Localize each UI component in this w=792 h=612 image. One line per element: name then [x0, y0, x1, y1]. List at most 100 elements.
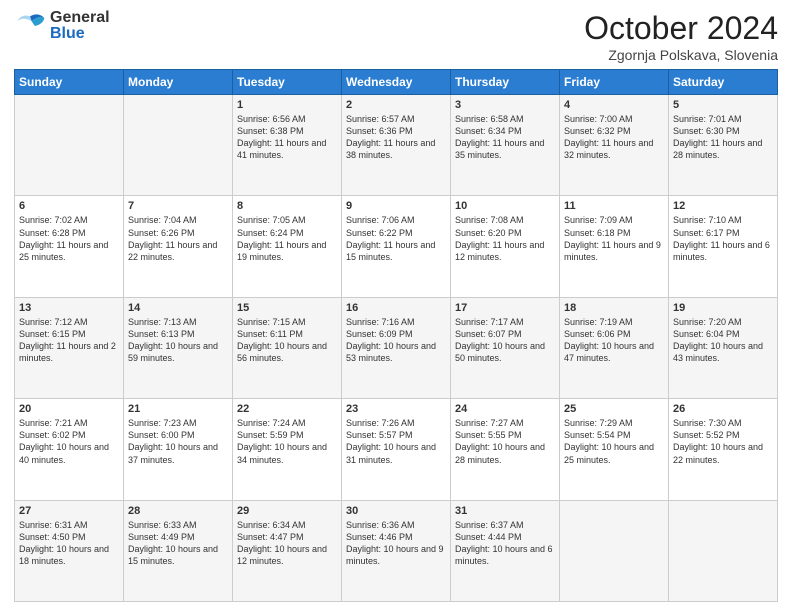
day-cell: 6 Sunrise: 7:02 AM Sunset: 6:28 PM Daylig…: [15, 196, 124, 297]
day-number: 13: [19, 302, 119, 314]
day-number: 24: [455, 403, 555, 415]
day-number: 11: [564, 200, 664, 212]
day-cell: 27 Sunrise: 6:31 AM Sunset: 4:50 PM Dayli…: [15, 500, 124, 601]
day-number: 15: [237, 302, 337, 314]
logo-icon: [14, 10, 46, 42]
day-info: Sunrise: 6:56 AM Sunset: 6:38 PM Dayligh…: [237, 113, 337, 162]
day-number: 29: [237, 505, 337, 517]
header-row: SundayMondayTuesdayWednesdayThursdayFrid…: [15, 70, 778, 95]
day-number: 28: [128, 505, 228, 517]
day-number: 12: [673, 200, 773, 212]
day-cell: 7 Sunrise: 7:04 AM Sunset: 6:26 PM Daylig…: [124, 196, 233, 297]
day-info: Sunrise: 7:23 AM Sunset: 6:00 PM Dayligh…: [128, 417, 228, 466]
day-info: Sunrise: 7:10 AM Sunset: 6:17 PM Dayligh…: [673, 214, 773, 263]
day-info: Sunrise: 6:58 AM Sunset: 6:34 PM Dayligh…: [455, 113, 555, 162]
day-cell: [15, 95, 124, 196]
day-number: 7: [128, 200, 228, 212]
day-info: Sunrise: 7:06 AM Sunset: 6:22 PM Dayligh…: [346, 214, 446, 263]
day-info: Sunrise: 7:05 AM Sunset: 6:24 PM Dayligh…: [237, 214, 337, 263]
day-number: 3: [455, 99, 555, 111]
location: Zgornja Polskava, Slovenia: [584, 47, 778, 63]
day-cell: 25 Sunrise: 7:29 AM Sunset: 5:54 PM Dayli…: [560, 399, 669, 500]
day-number: 23: [346, 403, 446, 415]
day-number: 1: [237, 99, 337, 111]
day-number: 18: [564, 302, 664, 314]
day-number: 26: [673, 403, 773, 415]
day-info: Sunrise: 7:26 AM Sunset: 5:57 PM Dayligh…: [346, 417, 446, 466]
title-block: October 2024 Zgornja Polskava, Slovenia: [584, 10, 778, 63]
day-info: Sunrise: 7:16 AM Sunset: 6:09 PM Dayligh…: [346, 316, 446, 365]
day-number: 14: [128, 302, 228, 314]
day-cell: [124, 95, 233, 196]
day-cell: 16 Sunrise: 7:16 AM Sunset: 6:09 PM Dayli…: [342, 297, 451, 398]
day-header-sunday: Sunday: [15, 70, 124, 95]
day-info: Sunrise: 7:04 AM Sunset: 6:26 PM Dayligh…: [128, 214, 228, 263]
day-info: Sunrise: 7:21 AM Sunset: 6:02 PM Dayligh…: [19, 417, 119, 466]
day-info: Sunrise: 6:36 AM Sunset: 4:46 PM Dayligh…: [346, 519, 446, 568]
week-row-3: 13 Sunrise: 7:12 AM Sunset: 6:15 PM Dayli…: [15, 297, 778, 398]
day-info: Sunrise: 6:31 AM Sunset: 4:50 PM Dayligh…: [19, 519, 119, 568]
day-info: Sunrise: 7:12 AM Sunset: 6:15 PM Dayligh…: [19, 316, 119, 365]
week-row-1: 1 Sunrise: 6:56 AM Sunset: 6:38 PM Daylig…: [15, 95, 778, 196]
day-cell: 2Sunrise: 6:57 AM Sunset: 6:36 PM Daylig…: [342, 95, 451, 196]
day-cell: 8 Sunrise: 7:05 AM Sunset: 6:24 PM Daylig…: [233, 196, 342, 297]
day-cell: [560, 500, 669, 601]
day-info: Sunrise: 7:01 AM Sunset: 6:30 PM Dayligh…: [673, 113, 773, 162]
week-row-2: 6 Sunrise: 7:02 AM Sunset: 6:28 PM Daylig…: [15, 196, 778, 297]
day-cell: 23 Sunrise: 7:26 AM Sunset: 5:57 PM Dayli…: [342, 399, 451, 500]
day-cell: 12 Sunrise: 7:10 AM Sunset: 6:17 PM Dayli…: [669, 196, 778, 297]
day-info: Sunrise: 7:29 AM Sunset: 5:54 PM Dayligh…: [564, 417, 664, 466]
day-info: Sunrise: 7:24 AM Sunset: 5:59 PM Dayligh…: [237, 417, 337, 466]
day-info: Sunrise: 7:02 AM Sunset: 6:28 PM Dayligh…: [19, 214, 119, 263]
day-cell: 28 Sunrise: 6:33 AM Sunset: 4:49 PM Dayli…: [124, 500, 233, 601]
day-cell: 18 Sunrise: 7:19 AM Sunset: 6:06 PM Dayli…: [560, 297, 669, 398]
day-number: 30: [346, 505, 446, 517]
day-number: 10: [455, 200, 555, 212]
day-header-monday: Monday: [124, 70, 233, 95]
day-info: Sunrise: 7:27 AM Sunset: 5:55 PM Dayligh…: [455, 417, 555, 466]
day-info: Sunrise: 7:09 AM Sunset: 6:18 PM Dayligh…: [564, 214, 664, 263]
day-cell: 1 Sunrise: 6:56 AM Sunset: 6:38 PM Daylig…: [233, 95, 342, 196]
day-cell: 21Sunrise: 7:23 AM Sunset: 6:00 PM Dayli…: [124, 399, 233, 500]
day-cell: 5Sunrise: 7:01 AM Sunset: 6:30 PM Daylig…: [669, 95, 778, 196]
day-number: 6: [19, 200, 119, 212]
day-cell: 26Sunrise: 7:30 AM Sunset: 5:52 PM Dayli…: [669, 399, 778, 500]
day-cell: 11 Sunrise: 7:09 AM Sunset: 6:18 PM Dayli…: [560, 196, 669, 297]
day-cell: 3 Sunrise: 6:58 AM Sunset: 6:34 PM Daylig…: [451, 95, 560, 196]
day-cell: 13 Sunrise: 7:12 AM Sunset: 6:15 PM Dayli…: [15, 297, 124, 398]
day-cell: 17Sunrise: 7:17 AM Sunset: 6:07 PM Dayli…: [451, 297, 560, 398]
day-info: Sunrise: 7:00 AM Sunset: 6:32 PM Dayligh…: [564, 113, 664, 162]
day-info: Sunrise: 6:34 AM Sunset: 4:47 PM Dayligh…: [237, 519, 337, 568]
day-cell: 9Sunrise: 7:06 AM Sunset: 6:22 PM Daylig…: [342, 196, 451, 297]
day-number: 20: [19, 403, 119, 415]
logo-general: General: [50, 10, 110, 26]
day-info: Sunrise: 7:08 AM Sunset: 6:20 PM Dayligh…: [455, 214, 555, 263]
week-row-5: 27 Sunrise: 6:31 AM Sunset: 4:50 PM Dayli…: [15, 500, 778, 601]
day-number: 2: [346, 99, 446, 111]
calendar: SundayMondayTuesdayWednesdayThursdayFrid…: [14, 69, 778, 602]
day-header-saturday: Saturday: [669, 70, 778, 95]
day-number: 25: [564, 403, 664, 415]
logo: General Blue: [14, 10, 110, 42]
day-cell: 24 Sunrise: 7:27 AM Sunset: 5:55 PM Dayli…: [451, 399, 560, 500]
day-header-friday: Friday: [560, 70, 669, 95]
day-number: 16: [346, 302, 446, 314]
day-cell: 29 Sunrise: 6:34 AM Sunset: 4:47 PM Dayli…: [233, 500, 342, 601]
day-cell: 20 Sunrise: 7:21 AM Sunset: 6:02 PM Dayli…: [15, 399, 124, 500]
day-header-thursday: Thursday: [451, 70, 560, 95]
day-header-tuesday: Tuesday: [233, 70, 342, 95]
day-cell: 22Sunrise: 7:24 AM Sunset: 5:59 PM Dayli…: [233, 399, 342, 500]
day-info: Sunrise: 7:19 AM Sunset: 6:06 PM Dayligh…: [564, 316, 664, 365]
day-number: 8: [237, 200, 337, 212]
day-cell: 19Sunrise: 7:20 AM Sunset: 6:04 PM Dayli…: [669, 297, 778, 398]
header: General Blue October 2024 Zgornja Polska…: [14, 10, 778, 63]
day-cell: 30 Sunrise: 6:36 AM Sunset: 4:46 PM Dayli…: [342, 500, 451, 601]
day-number: 27: [19, 505, 119, 517]
day-number: 19: [673, 302, 773, 314]
week-row-4: 20 Sunrise: 7:21 AM Sunset: 6:02 PM Dayli…: [15, 399, 778, 500]
day-cell: 4 Sunrise: 7:00 AM Sunset: 6:32 PM Daylig…: [560, 95, 669, 196]
day-info: Sunrise: 6:33 AM Sunset: 4:49 PM Dayligh…: [128, 519, 228, 568]
day-header-wednesday: Wednesday: [342, 70, 451, 95]
day-number: 4: [564, 99, 664, 111]
day-number: 17: [455, 302, 555, 314]
